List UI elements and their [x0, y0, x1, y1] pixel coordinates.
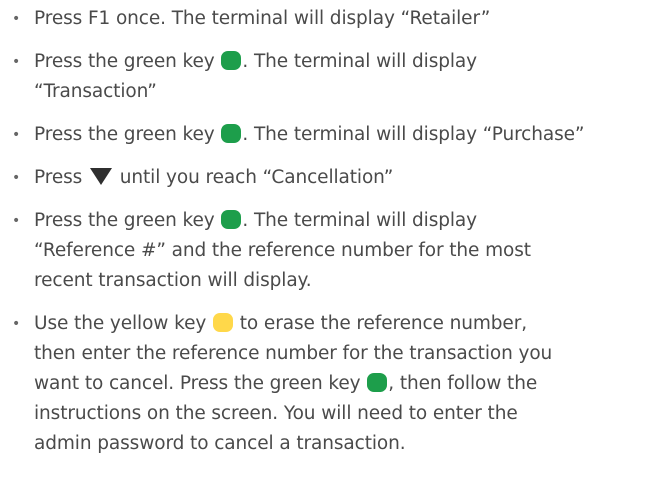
- step-text: Press: [34, 167, 88, 188]
- bullet-icon: •: [12, 127, 21, 143]
- step-text: Use the yellow key: [34, 313, 212, 334]
- step-text: Press the green key: [34, 210, 221, 231]
- step-text: then enter the reference number for the …: [34, 343, 553, 364]
- list-item: • Use the yellow key to erase the referen…: [0, 309, 647, 459]
- instruction-list: • Press F1 once. The terminal will displa…: [0, 0, 647, 459]
- list-item: • Press the green key . The terminal will…: [0, 47, 647, 107]
- step-text: Press the green key: [34, 124, 221, 145]
- step-text: want to cancel. Press the green key: [34, 373, 367, 394]
- step-text: Press F1 once. The terminal will display…: [34, 8, 491, 29]
- list-item: • Press F1 once. The terminal will displa…: [0, 4, 647, 34]
- list-item: • Press the green key . The terminal will…: [0, 120, 647, 150]
- green-key-icon: [367, 373, 388, 392]
- bullet-icon: •: [12, 316, 21, 332]
- step-text: “Reference #” and the reference number f…: [34, 240, 531, 261]
- green-key-icon: [221, 210, 242, 229]
- bullet-icon: •: [12, 11, 21, 27]
- down-arrow-icon: [89, 168, 112, 185]
- step-text: . The terminal will display: [242, 51, 478, 72]
- step-text: . The terminal will display “Purchase”: [242, 124, 585, 145]
- list-item: • Press until you reach “Cancellation”: [0, 163, 647, 193]
- step-text: admin password to cancel a transaction.: [34, 433, 406, 454]
- green-key-icon: [221, 51, 242, 70]
- step-text: instructions on the screen. You will nee…: [34, 403, 518, 424]
- bullet-icon: •: [12, 170, 21, 186]
- green-key-icon: [221, 124, 242, 143]
- step-text: to erase the reference number,: [234, 313, 527, 334]
- step-text: Press the green key: [34, 51, 221, 72]
- step-text: . The terminal will display: [242, 210, 478, 231]
- bullet-icon: •: [12, 54, 21, 70]
- step-text: , then follow the: [388, 373, 538, 394]
- step-text: until you reach “Cancellation”: [113, 167, 394, 188]
- bullet-icon: •: [12, 213, 21, 229]
- step-text: recent transaction will display.: [34, 270, 312, 291]
- yellow-key-icon: [213, 313, 233, 332]
- step-text: “Transaction”: [34, 81, 157, 102]
- list-item: • Press the green key . The terminal will…: [0, 206, 647, 296]
